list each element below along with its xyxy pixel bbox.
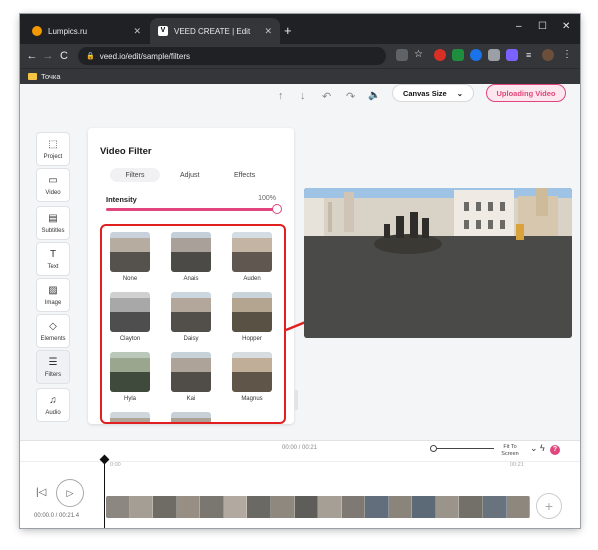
bookmark-item[interactable]: Точка — [41, 72, 61, 81]
redo-icon[interactable]: ↷ — [346, 90, 355, 103]
tab-title: VEED CREATE | Edit — [174, 26, 251, 36]
skip-back-icon[interactable]: |◁ — [36, 487, 46, 498]
speaker-icon[interactable]: 🔈 — [368, 90, 380, 101]
tab-effects[interactable]: Effects — [234, 172, 255, 179]
sidebar-item-subtitles[interactable]: ▤ Subtitles — [36, 206, 70, 240]
subtitles-icon: ▤ — [48, 212, 58, 224]
playhead-handle[interactable] — [99, 454, 110, 465]
panel-title: Video Filter — [100, 146, 152, 157]
sidebar-item-image[interactable]: ▨ Image — [36, 278, 70, 312]
playhead-time: 0:00 — [110, 462, 121, 468]
tab-filters[interactable]: Filters — [110, 168, 160, 182]
menu-kebab-icon[interactable]: ⋮ — [562, 49, 574, 61]
tab-lumpics[interactable]: Lumpics.ru ✕ — [24, 18, 149, 44]
preview-frame-image — [304, 188, 572, 338]
address-bar[interactable]: 🔒 veed.io/edit/sample/filters — [78, 47, 386, 65]
sidebar-item-label: Elements — [40, 335, 66, 342]
reading-list-icon[interactable]: ≡ — [526, 49, 538, 61]
sidebar-item-text[interactable]: T Text — [36, 242, 70, 276]
timeline: 00:00 / 00:21 Fit To Screen ⌄ ϟ ? 0:00 0… — [20, 440, 580, 528]
elements-icon: ◇ — [49, 320, 57, 332]
player-time: 00:00.0 / 00:21.4 — [34, 513, 80, 519]
sidebar-item-label: Video — [45, 189, 61, 196]
play-button[interactable]: ▷ — [56, 479, 84, 507]
filters-icon: ☰ — [48, 356, 58, 368]
tab-close-icon[interactable]: ✕ — [133, 26, 141, 37]
video-track-strip[interactable] — [106, 496, 530, 518]
title-bar: Lumpics.ru ✕ V VEED CREATE | Edit ✕ + – … — [20, 14, 580, 44]
sidebar-item-label: Filters — [44, 371, 62, 378]
canvas-size-label: Canvas Size — [402, 88, 447, 98]
folder-icon — [28, 73, 37, 80]
star-icon[interactable]: ☆ — [414, 49, 426, 61]
sidebar-item-elements[interactable]: ◇ Elements — [36, 314, 70, 348]
zoom-slider-handle[interactable] — [430, 445, 437, 452]
sidebar-item-label: Audio — [45, 409, 61, 416]
translate-icon[interactable] — [396, 49, 408, 61]
sidebar-item-label: Text — [47, 263, 59, 270]
back-button[interactable]: ← — [24, 50, 40, 62]
forward-button[interactable]: → — [40, 50, 56, 62]
veed-favicon-icon: V — [158, 26, 168, 36]
tab-close-icon[interactable]: ✕ — [264, 26, 272, 37]
panel-scrollbar[interactable] — [294, 390, 298, 410]
reload-button[interactable]: C — [56, 50, 72, 62]
annotation-highlight-box — [100, 224, 286, 424]
canvas-size-dropdown[interactable]: Canvas Size ⌄ — [392, 84, 474, 102]
end-time: 00:21 — [510, 462, 524, 468]
chevron-down-icon: ⌄ — [456, 88, 464, 98]
ext-blue-icon[interactable] — [470, 49, 482, 61]
veed-editor: ↑ ↓ ↶ ↷ 🔈 Canvas Size ⌄ Uploading Video … — [20, 84, 580, 528]
new-tab-button[interactable]: + — [284, 23, 292, 38]
frame-icon: ⬚ — [48, 138, 58, 150]
intensity-slider-track[interactable] — [106, 208, 274, 211]
ext-green-icon[interactable] — [452, 49, 464, 61]
image-icon: ▨ — [48, 284, 58, 296]
fit-to-screen-button[interactable]: Fit To Screen — [498, 444, 522, 458]
ext-puzzle-icon[interactable] — [488, 49, 500, 61]
maximize-button[interactable]: ☐ — [538, 21, 547, 32]
bookmarks-bar: Точка — [20, 68, 580, 84]
sidebar-item-project[interactable]: ⬚ Project — [36, 132, 70, 166]
tab-title: Lumpics.ru — [48, 26, 88, 36]
lightning-icon[interactable]: ϟ — [540, 443, 545, 453]
tab-adjust[interactable]: Adjust — [180, 172, 199, 179]
add-media-button[interactable]: + — [536, 493, 562, 519]
help-badge[interactable]: ? — [550, 445, 560, 455]
intensity-value: 100% — [258, 195, 276, 202]
audio-icon: ♫ — [49, 394, 57, 406]
video-preview[interactable] — [304, 188, 572, 338]
minimize-button[interactable]: – — [516, 21, 522, 32]
playhead[interactable] — [104, 459, 105, 528]
tab-veed[interactable]: V VEED CREATE | Edit ✕ — [150, 18, 280, 44]
zoom-slider-track[interactable] — [432, 448, 494, 449]
move-down-icon[interactable]: ↓ — [300, 90, 306, 102]
lumpics-favicon-icon — [32, 26, 42, 36]
upload-status-button[interactable]: Uploading Video — [486, 84, 566, 102]
close-window-button[interactable]: ✕ — [562, 21, 570, 32]
video-camera-icon: ▭ — [48, 174, 58, 186]
move-up-icon[interactable]: ↑ — [278, 90, 284, 102]
profile-avatar[interactable] — [542, 49, 554, 61]
intensity-label: Intensity — [106, 195, 137, 204]
opera-ext-icon[interactable] — [434, 49, 446, 61]
chevron-down-icon[interactable]: ⌄ — [530, 443, 538, 454]
sidebar-item-video[interactable]: ▭ Video — [36, 168, 70, 202]
lock-icon: 🔒 — [86, 53, 95, 60]
sidebar-item-label: Image — [44, 299, 62, 306]
sidebar-item-label: Subtitles — [41, 227, 65, 234]
text-icon: T — [49, 248, 57, 260]
sidebar-item-filters[interactable]: ☰ Filters — [36, 350, 70, 384]
browser-window: Lumpics.ru ✕ V VEED CREATE | Edit ✕ + – … — [20, 14, 580, 528]
url-text: veed.io/edit/sample/filters — [99, 51, 190, 61]
intensity-slider-handle[interactable] — [272, 204, 282, 214]
undo-icon[interactable]: ↶ — [322, 90, 331, 103]
sidebar-item-label: Project — [43, 153, 63, 160]
timeline-time: 00:00 / 00:21 — [282, 445, 318, 451]
sidebar-item-audio[interactable]: ♫ Audio — [36, 388, 70, 422]
ext-purple-icon[interactable] — [506, 49, 518, 61]
